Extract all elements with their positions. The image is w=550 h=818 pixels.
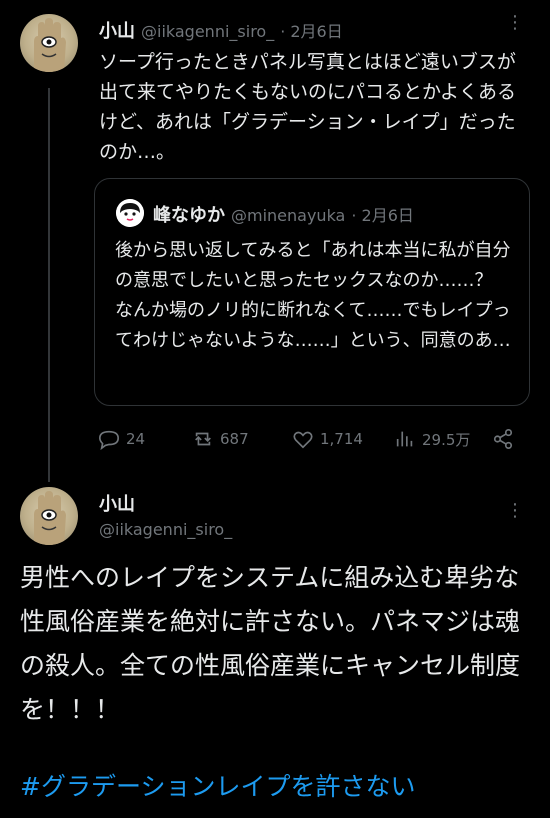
quoted-date[interactable]: · 2月6日 — [351, 202, 414, 226]
quoted-author-name[interactable]: 峰なゆか — [153, 201, 225, 227]
views-icon — [396, 431, 413, 447]
hashtag-link[interactable]: #グラデーションレイプを許さない — [20, 767, 415, 803]
tweet-header: 小山 @iikagenni_siro_ · 2月6日 — [99, 17, 343, 43]
views-button[interactable]: 29.5万 — [394, 425, 470, 453]
like-count: 1,714 — [320, 430, 363, 448]
more-icon[interactable]: ⋮ — [506, 500, 525, 521]
thread-line — [48, 88, 50, 482]
more-icon[interactable]: ⋮ — [506, 12, 525, 33]
retweet-icon — [195, 432, 211, 446]
author-name[interactable]: 小山 — [99, 490, 135, 516]
quoted-author-handle[interactable]: @minenayuka — [231, 206, 345, 225]
retweet-count: 687 — [220, 430, 249, 448]
share-button[interactable] — [492, 425, 514, 453]
reply-count: 24 — [126, 430, 146, 448]
hand-eye-avatar-icon — [34, 491, 66, 545]
quoted-avatar[interactable] — [116, 199, 144, 227]
reply-icon — [99, 430, 119, 450]
like-button[interactable]: 1,714 — [292, 425, 363, 453]
face-avatar-icon — [116, 199, 144, 227]
quoted-header: 峰なゆか @minenayuka · 2月6日 — [153, 201, 414, 227]
retweet-button[interactable]: 687 — [192, 425, 249, 453]
tweet-date[interactable]: · 2月6日 — [280, 18, 343, 42]
heart-icon — [293, 431, 313, 449]
tweet-text: ソープ行ったときパネル写真とはほど遠いブスが出て来てやりたくもないのにパコるとか… — [99, 51, 517, 163]
author-name[interactable]: 小山 — [99, 17, 135, 43]
share-icon — [493, 429, 513, 449]
author-handle[interactable]: @iikagenni_siro_ — [141, 22, 274, 41]
avatar[interactable] — [20, 487, 78, 545]
reply-button[interactable]: 24 — [98, 425, 145, 453]
hand-eye-avatar-icon — [34, 18, 66, 72]
tweet-text: 男性へのレイプをシステムに組み込む卑劣な性風俗産業を絶対に許さない。パネマジは魂… — [20, 563, 521, 724]
view-count: 29.5万 — [422, 430, 471, 449]
author-handle[interactable]: @iikagenni_siro_ — [99, 520, 232, 539]
quoted-text: 後から思い返してみると「あれは本当に私が自分の意思でしたいと思ったセックスなのか… — [115, 240, 511, 351]
avatar[interactable] — [20, 14, 78, 72]
